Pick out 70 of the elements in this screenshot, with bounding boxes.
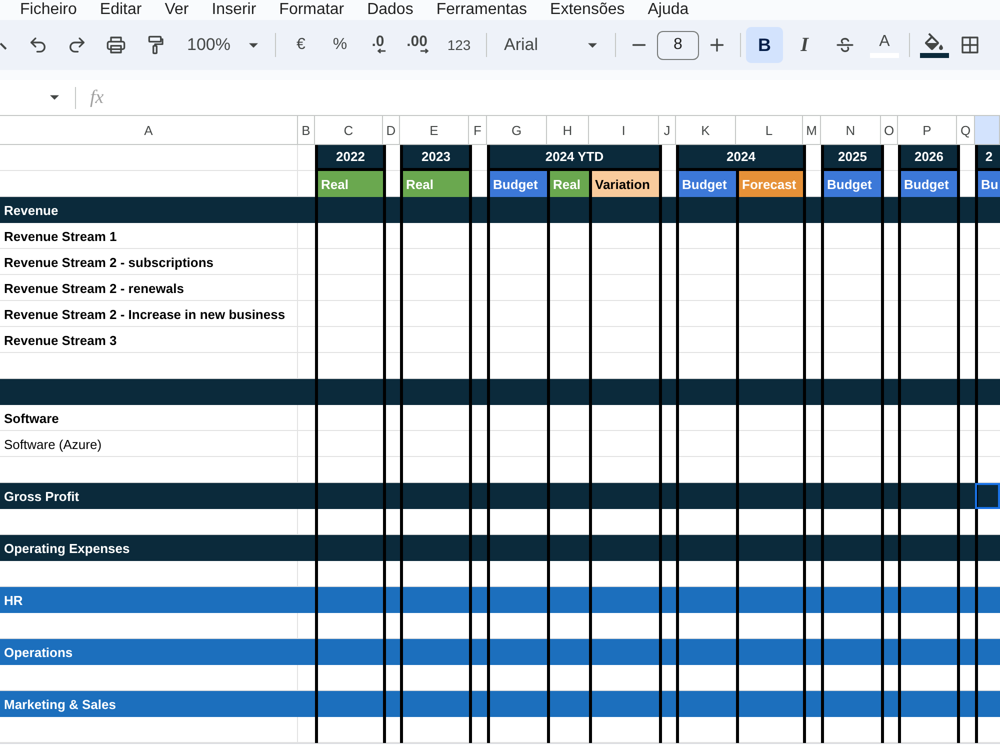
column-label: Variation xyxy=(589,171,659,197)
menu-item[interactable]: Ajuda xyxy=(648,0,689,20)
column-label: Bu xyxy=(975,171,1000,197)
year-header: 2022 xyxy=(315,145,383,171)
borders-icon[interactable] xyxy=(960,35,980,55)
row-label: Revenue Stream 2 - subscriptions xyxy=(3,254,214,270)
year-header: 2024 YTD xyxy=(487,145,659,171)
column-label: Real xyxy=(547,171,589,197)
column-header[interactable]: F xyxy=(469,116,487,145)
year-header: 2024 xyxy=(676,145,803,171)
active-cell[interactable] xyxy=(975,483,1000,509)
row-label: Software xyxy=(3,410,59,426)
menu-item[interactable]: Ver xyxy=(164,0,189,20)
column-header[interactable]: B xyxy=(298,116,315,145)
row-label: Revenue Stream 2 - Increase in new business xyxy=(3,306,286,322)
section-label: Operating Expenses xyxy=(3,540,130,556)
print-icon[interactable] xyxy=(106,35,126,55)
undo-icon[interactable] xyxy=(28,35,48,55)
caret-icon[interactable] xyxy=(50,95,59,100)
row-label: Revenue Stream 3 xyxy=(3,332,117,348)
year-header: 2023 xyxy=(400,145,469,171)
redo-icon[interactable] xyxy=(67,35,87,55)
font-dropdown[interactable]: Arial xyxy=(498,29,604,61)
column-header[interactable]: A xyxy=(0,116,298,145)
paint-bucket-icon xyxy=(925,32,944,50)
year-header: 2026 xyxy=(898,145,957,171)
number-format-button[interactable]: 123 xyxy=(443,29,475,61)
menu-item[interactable]: Inserir xyxy=(212,0,256,20)
column-label: Real xyxy=(315,171,383,197)
section-label: Gross Profit xyxy=(3,488,80,504)
category-label: HR xyxy=(3,592,23,608)
zoom-dropdown[interactable]: 100% xyxy=(180,29,264,61)
currency-button[interactable]: € xyxy=(287,29,315,61)
arrow-left-icon xyxy=(377,48,386,54)
menu-item[interactable]: Dados xyxy=(367,0,414,20)
column-header[interactable]: M xyxy=(803,116,821,145)
category-label: Operations xyxy=(3,644,73,660)
year-header: 2025 xyxy=(821,145,881,171)
menu-item[interactable]: Ferramentas xyxy=(436,0,528,20)
bold-button[interactable]: B xyxy=(746,27,783,63)
decrease-decimals-button[interactable]: .0 xyxy=(365,29,393,61)
percent-button[interactable]: % xyxy=(326,29,354,61)
column-label: Real xyxy=(400,171,469,197)
caret-icon[interactable] xyxy=(249,42,258,48)
column-label: Budget xyxy=(821,171,881,197)
column-label: Budget xyxy=(487,171,547,197)
column-label: Budget xyxy=(676,171,736,197)
row-label: Revenue Stream 1 xyxy=(3,228,117,244)
column-label: Budget xyxy=(898,171,957,197)
row-label: Revenue Stream 2 - renewals xyxy=(3,280,184,296)
column-header[interactable]: D xyxy=(383,116,400,145)
menu-item[interactable]: Extensões xyxy=(550,0,625,20)
menu-item[interactable]: Formatar xyxy=(279,0,344,20)
category-label: Marketing & Sales xyxy=(3,696,116,712)
column-header[interactable]: J xyxy=(659,116,676,145)
menu-item[interactable]: Ficheiro xyxy=(20,0,77,20)
strikethrough-icon xyxy=(834,35,854,55)
row-label: Software (Azure) xyxy=(3,436,102,452)
menu-item[interactable]: Editar xyxy=(100,0,142,20)
year-header: 2 xyxy=(975,145,1000,171)
column-header[interactable]: O xyxy=(881,116,898,145)
section-label: Revenue xyxy=(3,202,58,218)
column-label: Forecast xyxy=(736,171,803,197)
fx-label: fx xyxy=(90,86,104,108)
increase-decimals-button[interactable]: .00 xyxy=(404,29,432,61)
caret-icon[interactable] xyxy=(588,42,597,48)
text-color-button[interactable]: A xyxy=(866,27,903,63)
arrow-right-icon xyxy=(420,48,430,54)
italic-button[interactable]: I xyxy=(786,27,823,63)
font-size-field[interactable]: 8 xyxy=(657,30,699,60)
